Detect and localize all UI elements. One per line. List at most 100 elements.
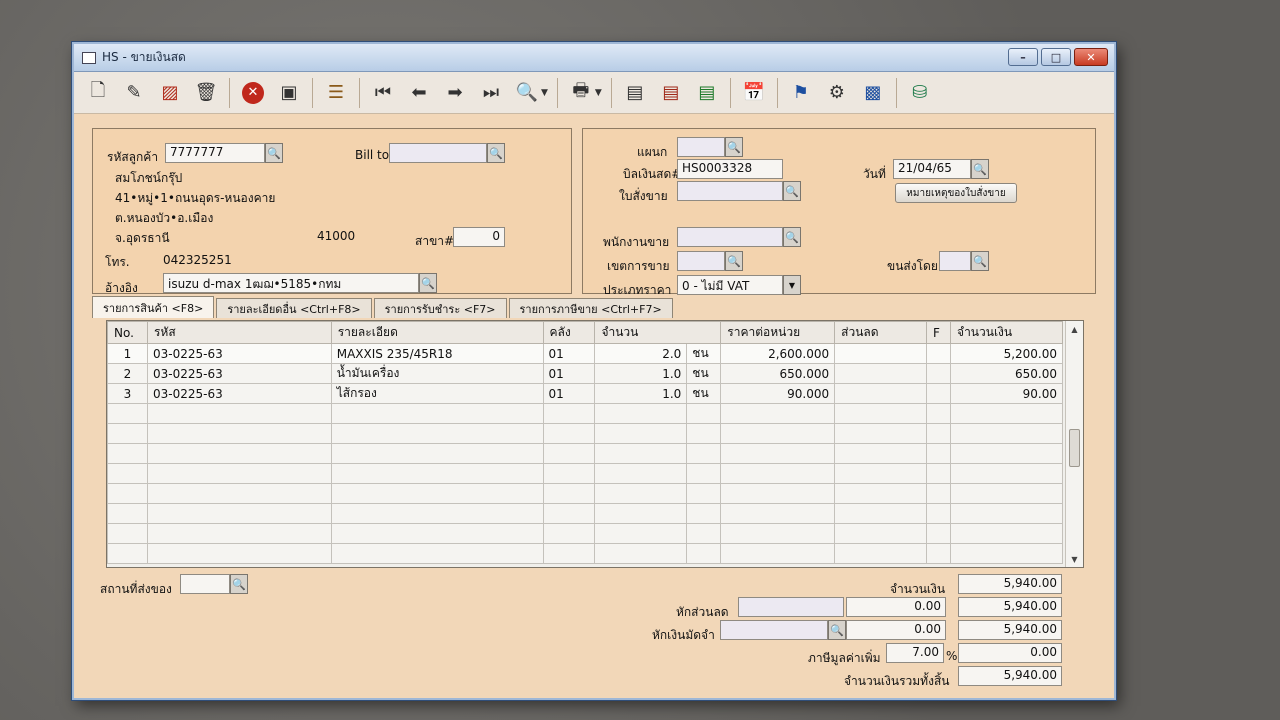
db-icon[interactable]: ⛁ (904, 77, 936, 109)
stack-icon[interactable]: ☰ (320, 77, 352, 109)
discount-code-input[interactable] (738, 597, 844, 617)
col-header-amount[interactable]: จำนวนเงิน (950, 321, 1063, 344)
table-row[interactable] (107, 423, 1063, 444)
date-input[interactable]: 21/04/65 (893, 159, 971, 179)
customer-code-input[interactable]: 7777777 (165, 143, 265, 163)
maximize-button[interactable]: □ (1041, 48, 1071, 66)
table-row[interactable] (107, 403, 1063, 424)
new-doc-icon[interactable]: 🗋 (82, 77, 114, 109)
ok-user-icon[interactable]: ⚑ (785, 77, 817, 109)
total-label: จำนวนเงินรวมทั้งสิ้น (844, 674, 950, 688)
phone-label: โทร. (105, 255, 130, 269)
deposit-code-input[interactable] (720, 620, 828, 640)
tab-sales-tax[interactable]: รายการภาษีขาย <Ctrl+F7> (508, 298, 673, 318)
minimize-button[interactable]: – (1008, 48, 1038, 66)
screen3-icon[interactable]: ▤ (691, 77, 723, 109)
table-row[interactable]: 2 03-0225-63 น้ำมันเครื่อง 01 1.0 ชน 650… (107, 363, 1063, 384)
cell-description: น้ำมันเครื่อง (330, 363, 544, 384)
cancel-icon[interactable]: ✕ (237, 77, 269, 109)
ship-by-input[interactable] (939, 251, 971, 271)
scroll-thumb[interactable] (1069, 429, 1080, 467)
sales-area-search-icon[interactable]: 🔍 (725, 251, 743, 271)
sales-order-note-button[interactable]: หมายเหตุของใบสั่งขาย (895, 183, 1017, 203)
date-picker-icon[interactable]: 🔍 (971, 159, 989, 179)
table-row[interactable] (107, 463, 1063, 484)
reference-input[interactable]: isuzu d-max 1ฒฌ•5185•กทม (163, 273, 419, 293)
reference-search-icon[interactable]: 🔍 (419, 273, 437, 293)
salesman-input[interactable] (677, 227, 783, 247)
tab-details[interactable]: รายละเอียดอื่น <Ctrl+F8> (216, 298, 372, 318)
sales-area-input[interactable] (677, 251, 725, 271)
col-header-unit-price[interactable]: ราคาต่อหน่วย (720, 321, 836, 344)
cell-unit-price: 2,600.000 (720, 343, 836, 364)
screen2-icon[interactable]: ▤ (655, 77, 687, 109)
table-row[interactable] (107, 503, 1063, 524)
phone-value: 042325251 (163, 253, 232, 267)
edit-icon[interactable]: ✎ (118, 77, 150, 109)
discount-value[interactable]: 0.00 (846, 597, 946, 617)
table-row[interactable] (107, 483, 1063, 504)
trash-icon[interactable]: 🗑 (190, 77, 222, 109)
last-icon[interactable]: ⏭ (475, 77, 507, 109)
cell-no: 1 (107, 343, 148, 364)
tab-strip: รายการสินค้า <F8> รายละเอียดอื่น <Ctrl+F… (92, 296, 673, 318)
first-icon[interactable]: ⏮ (367, 77, 399, 109)
tab-payments[interactable]: รายการรับชำระ <F7> (373, 298, 507, 318)
table-row[interactable]: 1 03-0225-63 MAXXIS 235/45R18 01 2.0 ชน … (107, 343, 1063, 364)
document-panel: แผนก 🔍 บิลเงินสด# HS0003328 วันที่ 21/04… (582, 128, 1096, 297)
scroll-up-icon[interactable]: ▲ (1066, 321, 1083, 337)
sales-order-label: ใบสั่งขาย (619, 189, 668, 203)
sales-order-search-icon[interactable]: 🔍 (783, 181, 801, 201)
ship-place-input[interactable] (180, 574, 230, 594)
after-discount-value: 5,940.00 (958, 597, 1062, 617)
col-header-no[interactable]: No. (107, 321, 148, 344)
screen1-icon[interactable]: ▤ (619, 77, 651, 109)
ship-place-search-icon[interactable]: 🔍 (230, 574, 248, 594)
delete-doc-icon[interactable]: ▨ (154, 77, 186, 109)
ok-doc-icon[interactable]: ▩ (857, 77, 889, 109)
vat-rate-input[interactable]: 7.00 (886, 643, 944, 663)
ship-by-label: ขนส่งโดย (887, 259, 938, 273)
scroll-down-icon[interactable]: ▼ (1066, 551, 1083, 567)
billto-input[interactable] (389, 143, 487, 163)
branch-input[interactable]: 0 (453, 227, 505, 247)
price-type-select[interactable]: 0 - ไม่มี VAT (677, 275, 783, 295)
print-icon[interactable]: 🖶 (565, 77, 597, 109)
col-header-discount[interactable]: ส่วนลด (834, 321, 928, 344)
table-row[interactable] (107, 543, 1063, 564)
cell-amount: 5,200.00 (950, 343, 1063, 364)
next-icon[interactable]: ➡ (439, 77, 471, 109)
col-header-quantity[interactable]: จำนวน (594, 321, 722, 344)
table-row[interactable] (107, 443, 1063, 464)
deposit-search-icon[interactable]: 🔍 (828, 620, 846, 640)
print-dropdown-icon[interactable]: ▼ (595, 88, 602, 98)
table-row[interactable]: 3 03-0225-63 ไส้กรอง 01 1.0 ชน 90.000 90… (107, 383, 1063, 404)
close-button[interactable]: ✕ (1074, 48, 1108, 66)
grid-scrollbar[interactable]: ▲ ▼ (1065, 321, 1083, 567)
cell-unit-price: 650.000 (720, 363, 836, 384)
bill-number-input[interactable]: HS0003328 (677, 159, 783, 179)
billto-search-icon[interactable]: 🔍 (487, 143, 505, 163)
prev-icon[interactable]: ⬅ (403, 77, 435, 109)
col-header-f[interactable]: F (926, 321, 952, 344)
title-bar[interactable]: HS - ขายเงินสด – □ ✕ (74, 44, 1114, 72)
col-header-description[interactable]: รายละเอียด (330, 321, 544, 344)
department-search-icon[interactable]: 🔍 (725, 137, 743, 157)
col-header-warehouse[interactable]: คลัง (542, 321, 596, 344)
search-dropdown-icon[interactable]: ▼ (541, 88, 548, 98)
vat-label: ภาษีมูลค่าเพิ่ม (808, 651, 881, 665)
deposit-value[interactable]: 0.00 (846, 620, 946, 640)
calendar-icon[interactable]: 📅 (738, 77, 770, 109)
price-type-dropdown-icon[interactable]: ▼ (783, 275, 801, 295)
tab-items[interactable]: รายการสินค้า <F8> (92, 296, 215, 318)
search-doc-icon[interactable]: 🔍 (511, 77, 543, 109)
salesman-search-icon[interactable]: 🔍 (783, 227, 801, 247)
exit-icon[interactable]: ▣ (273, 77, 305, 109)
ok-tool-icon[interactable]: ⚙ (821, 77, 853, 109)
ship-by-search-icon[interactable]: 🔍 (971, 251, 989, 271)
col-header-code[interactable]: รหัส (146, 321, 332, 344)
table-row[interactable] (107, 523, 1063, 544)
department-input[interactable] (677, 137, 725, 157)
sales-order-input[interactable] (677, 181, 783, 201)
customer-search-icon[interactable]: 🔍 (265, 143, 283, 163)
